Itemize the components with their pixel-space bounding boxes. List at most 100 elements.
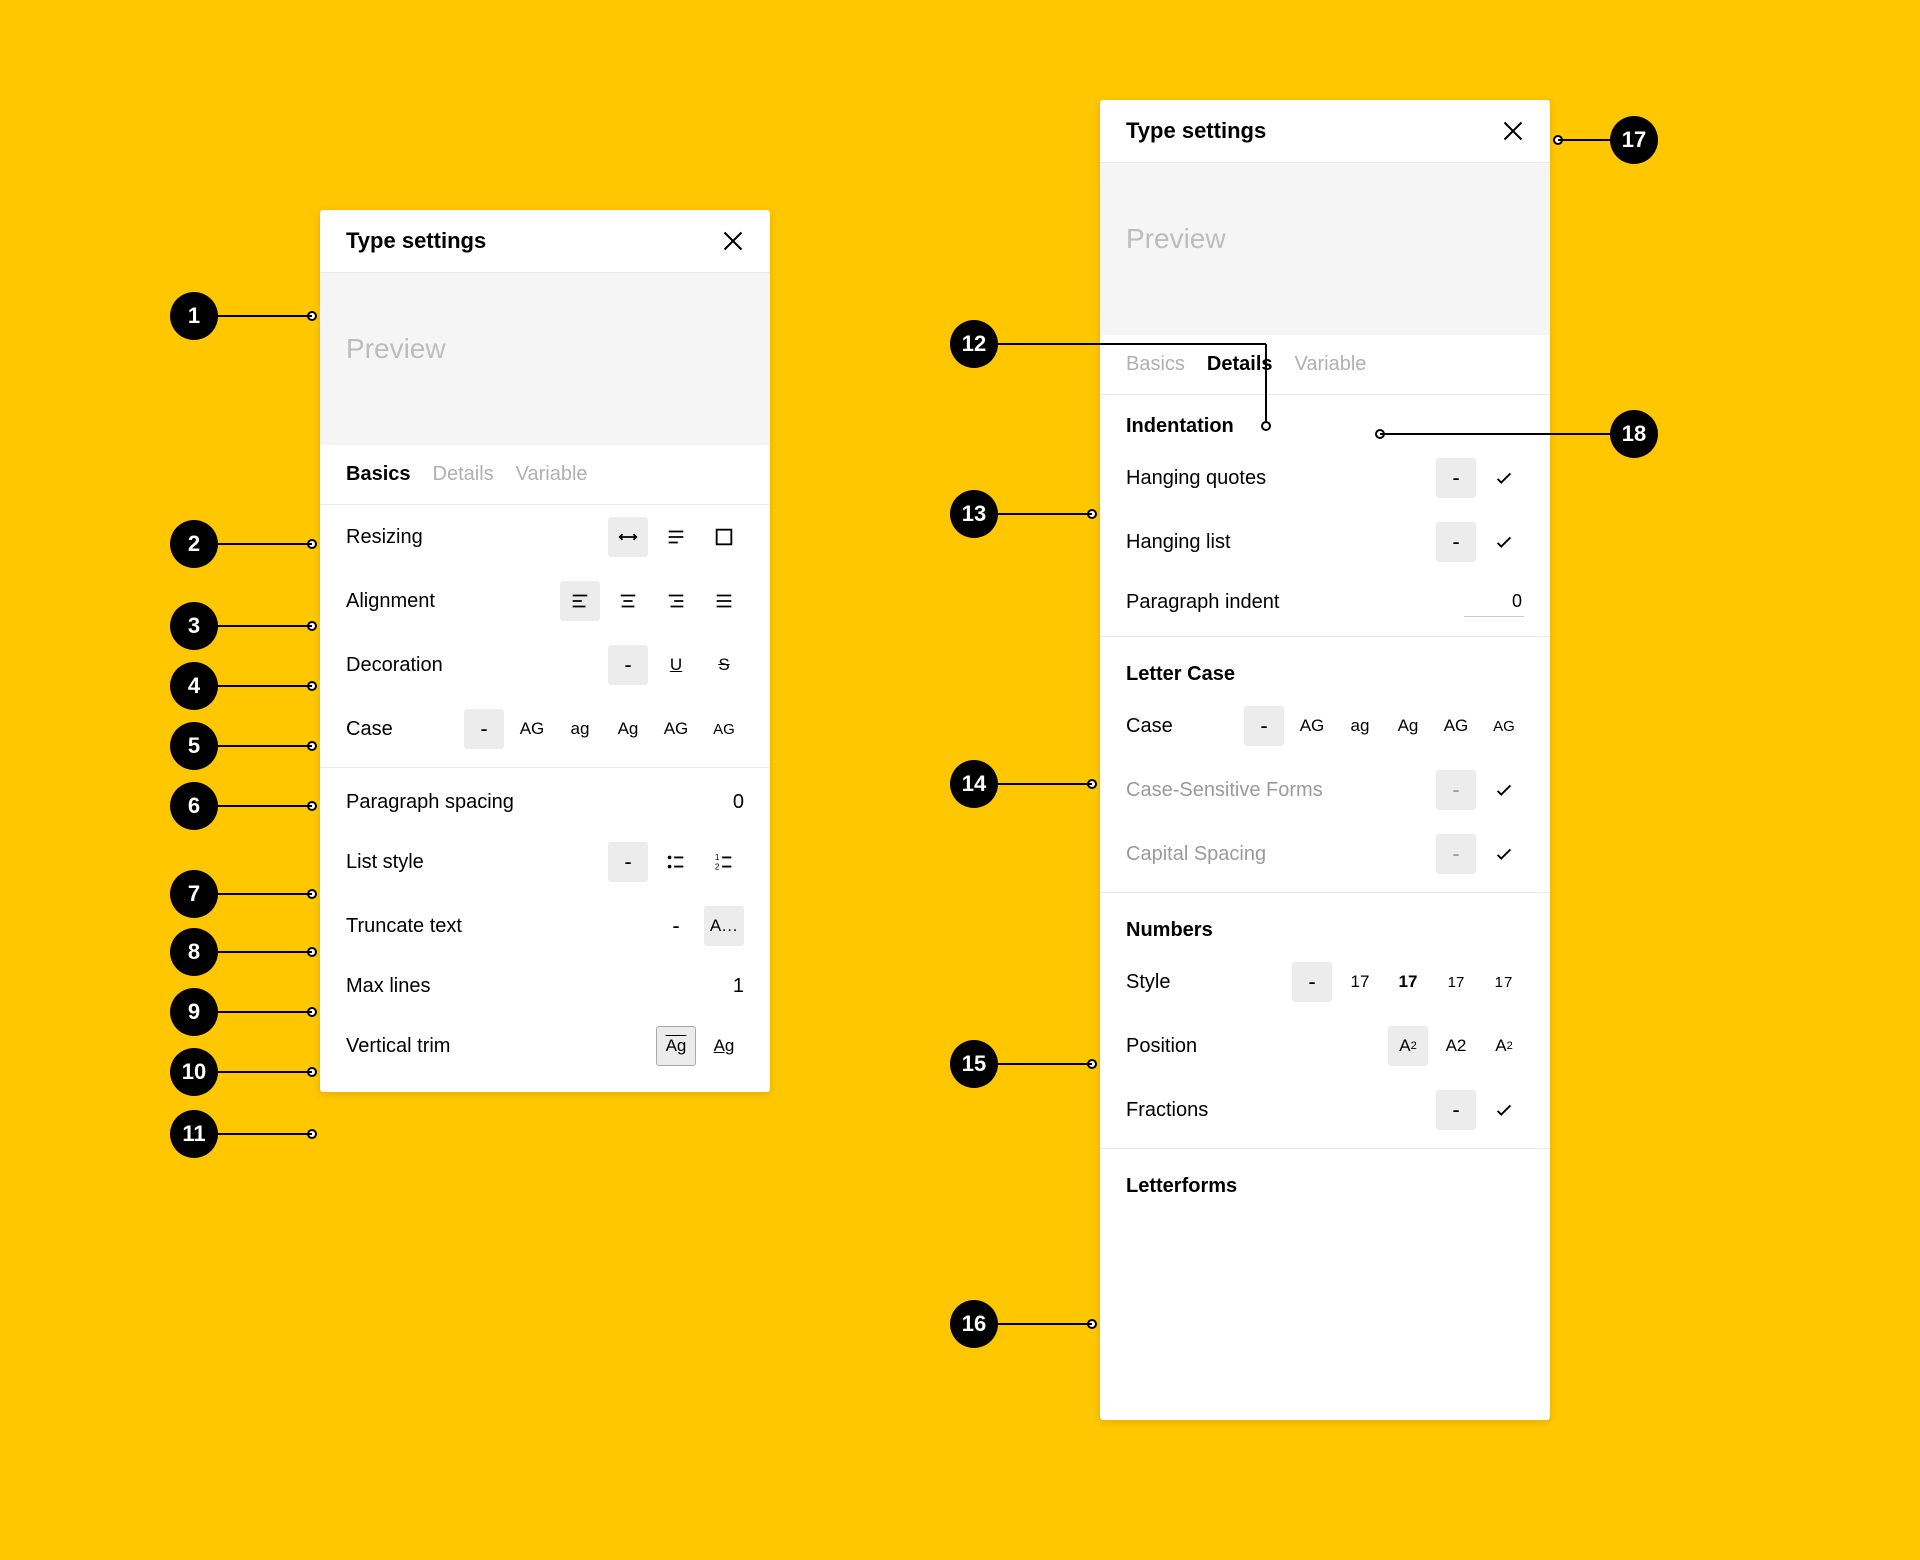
numstyle-2[interactable]: 17 [1388,962,1428,1002]
label-truncate: Truncate text [346,915,462,938]
csf-off[interactable]: - [1436,770,1476,810]
close-icon[interactable] [1502,120,1524,142]
hanging-quotes-off[interactable]: - [1436,458,1476,498]
label-paragraph-spacing: Paragraph spacing [346,791,514,814]
vtrim-options: Ag Ag [656,1026,744,1066]
annotation-17: 17 [1610,116,1658,164]
caps-off[interactable]: - [1436,834,1476,874]
truncate-none[interactable]: - [656,906,696,946]
type-settings-panel-details: Type settings Preview Basics Details Var… [1100,100,1550,1420]
resizing-auto-height-icon[interactable] [656,517,696,557]
panel-header: Type settings [1100,100,1550,163]
tab-variable[interactable]: Variable [1295,353,1367,376]
row-paragraph-spacing: Paragraph spacing 0 [320,774,770,830]
row-capital-spacing: Capital Spacing - [1100,822,1550,886]
row-decoration: Decoration - U S [320,633,770,697]
close-icon[interactable] [722,230,744,252]
row-lc-case: Case - AG ag Ag AG AG [1100,694,1550,758]
annotation-9: 9 [170,988,218,1036]
list-bullet-icon[interactable] [656,842,696,882]
annotation-14: 14 [950,760,998,808]
numstyle-1[interactable]: 17 [1340,962,1380,1002]
fractions-off[interactable]: - [1436,1090,1476,1130]
case-small1[interactable]: AG [656,709,696,749]
label-max-lines: Max lines [346,975,430,998]
case-none[interactable]: - [464,709,504,749]
preview-area[interactable]: Preview [320,273,770,445]
decoration-none[interactable]: - [608,645,648,685]
list-none[interactable]: - [608,842,648,882]
label-lc-case: Case [1126,715,1173,738]
label-hanging-quotes: Hanging quotes [1126,467,1266,490]
tab-basics[interactable]: Basics [1126,353,1185,376]
caps-on-icon[interactable] [1484,834,1524,874]
lc-case-none[interactable]: - [1244,706,1284,746]
annotation-13: 13 [950,490,998,538]
fractions-on-icon[interactable] [1484,1090,1524,1130]
label-paragraph-indent: Paragraph indent [1126,591,1279,614]
tab-variable[interactable]: Variable [516,463,588,486]
tab-basics[interactable]: Basics [346,463,411,486]
panel-header: Type settings [320,210,770,273]
tab-details[interactable]: Details [1207,353,1273,376]
case-lower[interactable]: ag [560,709,600,749]
label-resizing: Resizing [346,526,423,549]
list-numbered-icon[interactable]: 12 [704,842,744,882]
hanging-list-on-icon[interactable] [1484,522,1524,562]
align-left-icon[interactable] [560,581,600,621]
lc-case-title[interactable]: Ag [1388,706,1428,746]
label-fractions: Fractions [1126,1099,1208,1122]
hanging-list-off[interactable]: - [1436,522,1476,562]
label-num-position: Position [1126,1035,1197,1058]
align-right-icon[interactable] [656,581,696,621]
numstyle-4[interactable]: 17 [1484,962,1524,1002]
annotation-8: 8 [170,928,218,976]
tab-details[interactable]: Details [433,463,494,486]
paragraph-indent-input[interactable] [1464,587,1524,617]
list-style-options: - 12 [608,842,744,882]
case-upper[interactable]: AG [512,709,552,749]
heading-numbers: Numbers [1100,899,1550,950]
annotation-15: 15 [950,1040,998,1088]
resizing-options [608,517,744,557]
resizing-auto-width-icon[interactable] [608,517,648,557]
csf-on-icon[interactable] [1484,770,1524,810]
strikethrough-icon[interactable]: S [704,645,744,685]
truncate-ellipsis[interactable]: A… [704,906,744,946]
vtrim-baseline-icon[interactable]: Ag [704,1026,744,1066]
truncate-options: - A… [656,906,744,946]
annotation-6: 6 [170,782,218,830]
label-list-style: List style [346,851,424,874]
numpos-sup[interactable]: A2 [1484,1026,1524,1066]
row-resizing: Resizing [320,505,770,569]
case-title[interactable]: Ag [608,709,648,749]
numstyle-3[interactable]: 17 [1436,962,1476,1002]
row-case-sensitive-forms: Case-Sensitive Forms - [1100,758,1550,822]
vtrim-cap-icon[interactable]: Ag [656,1026,696,1066]
preview-area[interactable]: Preview [1100,163,1550,335]
tabs: Basics Details Variable [320,445,770,505]
hanging-quotes-on-icon[interactable] [1484,458,1524,498]
paragraph-spacing-value[interactable]: 0 [733,791,744,814]
case-small2[interactable]: AG [704,709,744,749]
row-paragraph-indent: Paragraph indent [1100,574,1550,630]
svg-text:1: 1 [715,853,720,862]
lc-case-upper[interactable]: AG [1292,706,1332,746]
numpos-sub[interactable]: A2 [1388,1026,1428,1066]
heading-letterforms: Letterforms [1100,1155,1550,1206]
row-hanging-quotes: Hanging quotes - [1100,446,1550,510]
lc-case-sc1[interactable]: AG [1436,706,1476,746]
align-center-icon[interactable] [608,581,648,621]
underline-icon[interactable]: U [656,645,696,685]
lc-case-lower[interactable]: ag [1340,706,1380,746]
annotation-10: 10 [170,1048,218,1096]
row-alignment: Alignment [320,569,770,633]
numpos-normal[interactable]: A2 [1436,1026,1476,1066]
lc-case-sc2[interactable]: AG [1484,706,1524,746]
numstyle-none[interactable]: - [1292,962,1332,1002]
label-vertical-trim: Vertical trim [346,1035,450,1058]
resizing-fixed-icon[interactable] [704,517,744,557]
max-lines-value[interactable]: 1 [733,975,744,998]
heading-letter-case: Letter Case [1100,643,1550,694]
align-justify-icon[interactable] [704,581,744,621]
